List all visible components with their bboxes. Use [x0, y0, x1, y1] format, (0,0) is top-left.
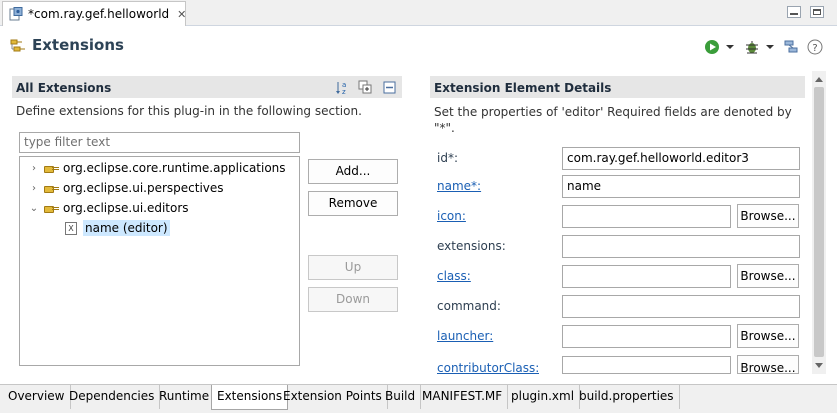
field-label-class[interactable]: class: [437, 269, 471, 283]
browse-launcher-button[interactable]: Browse... [737, 324, 799, 348]
contributor-class-field[interactable] [562, 356, 731, 374]
extension-point-icon [44, 184, 60, 193]
svg-text:z: z [342, 88, 346, 95]
tab-manifest[interactable]: MANIFEST.MF [417, 385, 509, 409]
field-label-icon[interactable]: icon: [437, 209, 466, 223]
scroll-thumb[interactable] [814, 87, 824, 357]
close-icon[interactable]: ✕ [177, 8, 186, 21]
tree-item-ui-perspectives[interactable]: › org.eclipse.ui.perspectives [29, 178, 224, 198]
export-wizard-icon[interactable] [783, 39, 799, 55]
tab-dependencies[interactable]: Dependencies [64, 385, 161, 409]
help-icon[interactable]: ? [807, 39, 823, 55]
add-button[interactable]: Add... [308, 159, 398, 184]
debug-dropdown-icon[interactable] [766, 45, 774, 49]
extensions-field[interactable] [562, 235, 800, 258]
chevron-right-icon[interactable]: › [29, 183, 39, 194]
sort-alphabetically-icon[interactable]: az [335, 80, 350, 96]
filter-input[interactable]: type filter text [19, 132, 300, 153]
collapse-all-icon[interactable] [382, 80, 397, 95]
icon-field[interactable] [562, 205, 731, 228]
command-field[interactable] [562, 295, 800, 318]
tree-item-runtime-applications[interactable]: › org.eclipse.core.runtime.applications [29, 158, 286, 178]
expand-all-icon[interactable] [358, 80, 373, 95]
browse-class-button[interactable]: Browse... [737, 264, 799, 288]
element-details-section-title: Extension Element Details [430, 76, 805, 98]
tree-item-label: org.eclipse.ui.perspectives [63, 181, 224, 195]
editor-tab-title: *com.ray.gef.helloworld [28, 7, 170, 21]
field-label-name[interactable]: name*: [437, 179, 481, 193]
tree-item-ui-editors[interactable]: ⌄ org.eclipse.ui.editors [29, 198, 189, 218]
name-field[interactable]: name [562, 175, 800, 198]
page-tabs: Overview Dependencies Runtime Extensions… [0, 384, 837, 413]
extensions-icon [10, 38, 26, 54]
chevron-down-icon[interactable]: ⌄ [29, 203, 39, 214]
tree-item-label: org.eclipse.core.runtime.applications [63, 161, 286, 175]
tab-overview[interactable]: Overview [3, 385, 71, 409]
extension-point-icon [44, 164, 60, 173]
tree-item-editor-element[interactable]: X name (editor) [65, 218, 170, 238]
field-label-launcher[interactable]: launcher: [437, 329, 493, 343]
field-label-command: command: [437, 299, 501, 313]
browse-contributor-class-button[interactable]: Browse... [737, 355, 799, 374]
field-label-contributor-class[interactable]: contributorClass: [437, 361, 539, 374]
xml-element-icon: X [65, 221, 77, 235]
right-section-description: Set the properties of 'editor' Required … [434, 105, 792, 135]
scroll-down-icon[interactable] [815, 363, 823, 368]
run-dropdown-icon[interactable] [726, 45, 734, 49]
remove-button[interactable]: Remove [308, 191, 398, 216]
tree-item-label: org.eclipse.ui.editors [63, 201, 189, 215]
tab-runtime[interactable]: Runtime [154, 385, 216, 409]
editor-tab[interactable]: *com.ray.gef.helloworld ✕ [2, 1, 186, 26]
tree-item-label: name (editor) [83, 220, 170, 236]
class-field[interactable] [562, 265, 731, 288]
minimize-button[interactable] [787, 6, 801, 18]
id-field[interactable]: com.ray.gef.helloworld.editor3 [562, 147, 800, 170]
launcher-field[interactable] [562, 325, 731, 348]
extensions-tree[interactable]: › org.eclipse.core.runtime.applications … [19, 156, 300, 366]
maximize-button[interactable] [810, 6, 824, 18]
extension-point-icon [44, 204, 60, 213]
debug-icon[interactable] [744, 39, 760, 55]
tab-build-properties[interactable]: build.properties [574, 385, 680, 409]
chevron-right-icon[interactable]: › [29, 163, 39, 174]
form-header: Extensions ? [0, 27, 837, 67]
page-title: Extensions [32, 36, 124, 54]
tab-extensions[interactable]: Extensions [211, 385, 289, 410]
vertical-scrollbar[interactable] [812, 71, 826, 374]
browse-icon-button[interactable]: Browse... [737, 204, 799, 228]
plugin-manifest-icon [9, 7, 23, 21]
tab-build[interactable]: Build [380, 385, 422, 409]
scroll-up-icon[interactable] [815, 77, 823, 82]
svg-text:?: ? [812, 43, 817, 54]
tab-extension-points[interactable]: Extension Points [278, 385, 388, 409]
field-label-id: id*: [437, 151, 458, 165]
field-label-extensions: extensions: [437, 239, 506, 253]
tab-plugin-xml[interactable]: plugin.xml [506, 385, 581, 409]
left-section-description: Define extensions for this plug-in in th… [16, 104, 362, 118]
down-button[interactable]: Down [308, 287, 398, 312]
up-button[interactable]: Up [308, 255, 398, 280]
run-icon[interactable] [704, 39, 720, 55]
editor-tab-strip: *com.ray.gef.helloworld ✕ [0, 0, 837, 26]
